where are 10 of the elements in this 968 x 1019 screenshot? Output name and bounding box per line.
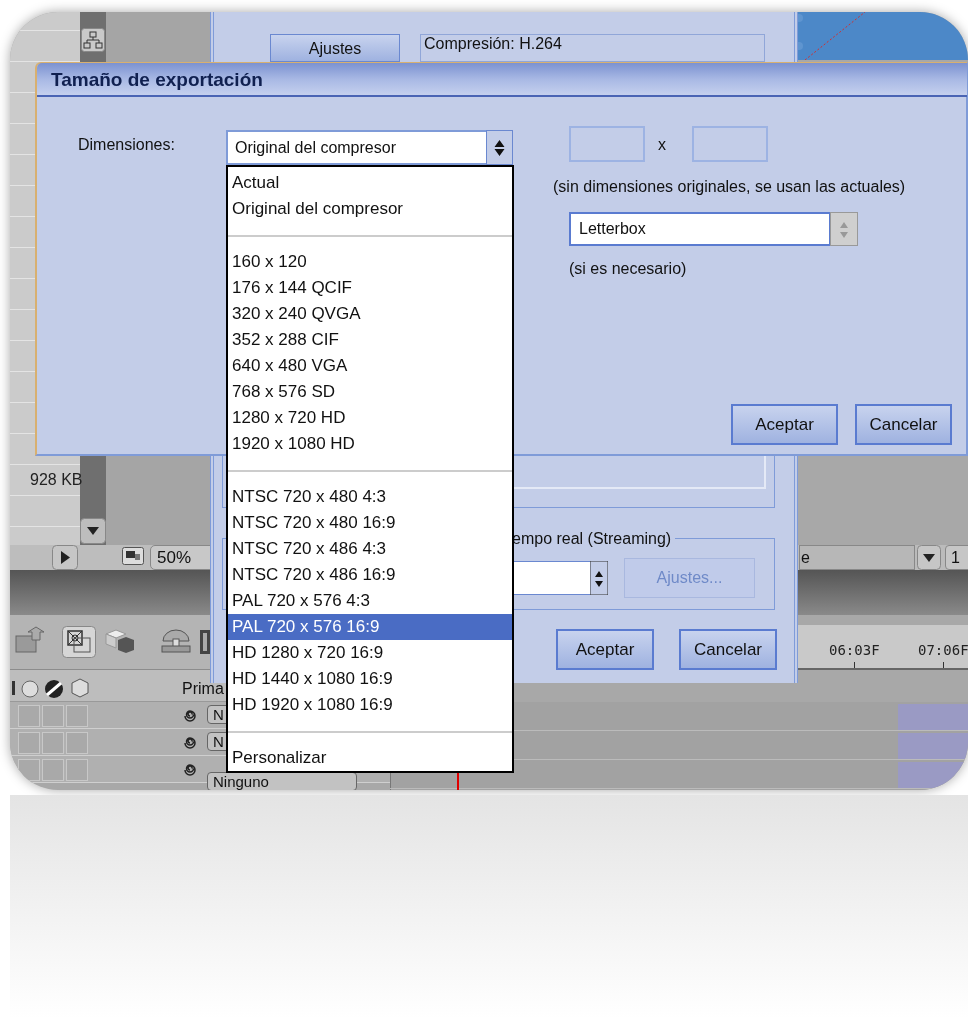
hint-text: (sin dimensiones originales, se usan las actuales) xyxy=(553,177,906,197)
times-sign: x xyxy=(658,135,666,155)
compression-field: Compresión: H.264 xyxy=(420,34,765,62)
hint-text: (si es necesario) xyxy=(569,259,687,279)
column-header: Prima xyxy=(182,679,224,699)
dialog-title-bar: Tamaño de exportación xyxy=(37,63,967,97)
dimensions-label: Dimensiones: xyxy=(78,135,175,155)
file-size-text: 928 KB xyxy=(30,470,83,490)
time-tick-label: 07:06F xyxy=(918,641,968,660)
time-tick-label: 06:03F xyxy=(829,641,880,660)
